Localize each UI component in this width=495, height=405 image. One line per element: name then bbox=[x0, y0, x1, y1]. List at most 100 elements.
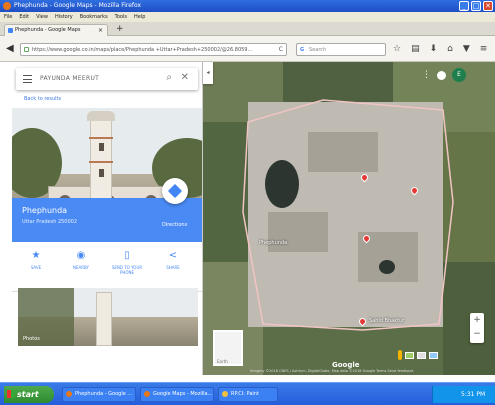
layer-swatch-icon[interactable] bbox=[417, 351, 426, 359]
back-arrow-icon[interactable]: ◀ bbox=[6, 42, 14, 56]
maps-favicon-icon bbox=[8, 28, 13, 33]
clock[interactable]: 5:31 PM bbox=[461, 391, 485, 398]
satellite-map[interactable]: Phephunda Sahid Bhaktur bbox=[203, 62, 495, 375]
place-header: Phephunda Uttar Pradesh 250002 bbox=[12, 198, 202, 242]
pond bbox=[265, 160, 299, 208]
zoom-out-button[interactable]: − bbox=[470, 327, 484, 341]
map-top-controls: ⋮ E bbox=[422, 68, 466, 82]
pond bbox=[379, 260, 395, 274]
map-attribution: Imagery ©2016 CNES / Astrium, DigitalGlo… bbox=[250, 369, 414, 373]
window-controls: _ □ ✕ bbox=[459, 1, 493, 11]
tower bbox=[96, 292, 112, 346]
tab-close-icon[interactable]: × bbox=[98, 25, 103, 36]
place-name: Phephunda bbox=[22, 206, 68, 215]
reader-icon[interactable]: ▤ bbox=[411, 42, 420, 56]
notification-icon[interactable] bbox=[437, 70, 446, 80]
pocket-icon[interactable]: ▼ bbox=[463, 42, 470, 56]
place-actions: ★ SAVE ◉ NEARBY ▯ SEND TO YOUR PHONE < S… bbox=[12, 244, 202, 292]
nearby-button[interactable]: ◉ NEARBY bbox=[60, 250, 102, 270]
share-icon: < bbox=[168, 250, 178, 261]
firefox-icon bbox=[66, 391, 72, 397]
paint-icon bbox=[222, 391, 228, 397]
windows-logo-icon bbox=[7, 390, 15, 398]
menu-view[interactable]: View bbox=[36, 12, 48, 22]
collapse-panel-button[interactable]: ◂ bbox=[203, 62, 213, 84]
place-panel: PAYUNDA MEERUT ⌕ ✕ Back to results Pheph… bbox=[12, 62, 203, 375]
firefox-icon bbox=[3, 2, 11, 10]
taskbar: start Phephunda - Google ... Google Maps… bbox=[0, 382, 495, 405]
directions-icon bbox=[167, 183, 183, 199]
map-bottom-tools bbox=[398, 350, 438, 360]
navigation-bar: ◀ https://www.google.co.in/maps/place/Ph… bbox=[0, 36, 495, 62]
start-button[interactable]: start bbox=[4, 386, 54, 403]
search-icon[interactable]: ⌕ bbox=[166, 72, 172, 83]
taskbar-item[interactable]: RP.CI: Paint bbox=[218, 387, 278, 402]
browser-search-box[interactable]: G Search bbox=[296, 43, 386, 56]
nearby-icon: ◉ bbox=[76, 250, 86, 261]
screen: Phephunda - Google Maps - Mozilla Firefo… bbox=[0, 0, 495, 405]
photos-label: Photos bbox=[23, 336, 40, 342]
download-icon[interactable]: ⬇ bbox=[430, 42, 438, 56]
layer-swatch-icon[interactable] bbox=[405, 351, 414, 359]
photos-thumbnail[interactable]: Photos bbox=[18, 288, 198, 346]
map-type-toggle[interactable]: Earth bbox=[213, 330, 243, 366]
save-button[interactable]: ★ SAVE bbox=[15, 250, 57, 270]
new-tab-button[interactable]: + bbox=[116, 24, 124, 35]
menu-edit[interactable]: Edit bbox=[19, 12, 29, 22]
bookmark-star-icon[interactable]: ☆ bbox=[393, 42, 401, 56]
share-button[interactable]: < SHARE bbox=[152, 250, 194, 270]
home-icon[interactable]: ⌂ bbox=[447, 42, 453, 56]
map-label-sahid: Sahid Bhaktur bbox=[369, 318, 405, 324]
menu-history[interactable]: History bbox=[55, 12, 73, 22]
apps-grid-icon[interactable]: ⋮ bbox=[422, 70, 431, 80]
tab-bar: Phephunda - Google Maps × + bbox=[0, 22, 495, 36]
menu-help[interactable]: Help bbox=[134, 12, 145, 22]
start-label: start bbox=[17, 390, 39, 399]
tower-band bbox=[89, 137, 113, 139]
google-logo: Google bbox=[332, 361, 360, 369]
tower-cap bbox=[87, 111, 115, 121]
lock-icon bbox=[24, 47, 29, 52]
directions-button[interactable] bbox=[162, 178, 188, 204]
send-to-phone-button[interactable]: ▯ SEND TO YOUR PHONE bbox=[106, 250, 148, 275]
menu-tools[interactable]: Tools bbox=[115, 12, 127, 22]
url-bar[interactable]: https://www.google.co.in/maps/place/Phep… bbox=[20, 43, 287, 56]
maximize-button[interactable]: □ bbox=[471, 1, 481, 11]
maps-search-bar[interactable]: PAYUNDA MEERUT ⌕ ✕ bbox=[16, 68, 198, 90]
menu-icon[interactable]: ≡ bbox=[480, 42, 488, 56]
account-avatar[interactable]: E bbox=[452, 68, 466, 82]
search-query[interactable]: PAYUNDA MEERUT bbox=[40, 68, 99, 90]
search-placeholder: Search bbox=[309, 47, 327, 53]
toolbar-icons: ☆ ▤ ⬇ ⌂ ▼ ≡ bbox=[393, 42, 487, 56]
menu-file[interactable]: File bbox=[4, 12, 12, 22]
place-address: Uttar Pradesh 250002 bbox=[22, 219, 78, 225]
map-label-phephunda: Phephunda bbox=[259, 240, 288, 246]
tab-label: Phephunda - Google Maps bbox=[15, 27, 81, 33]
tower-window bbox=[99, 143, 104, 151]
zoom-in-button[interactable]: + bbox=[470, 313, 484, 327]
firefox-icon bbox=[144, 391, 150, 397]
hamburger-menu-icon[interactable] bbox=[23, 75, 32, 83]
taskbar-item[interactable]: Google Maps - Mozilla... bbox=[140, 387, 214, 402]
minimize-button[interactable]: _ bbox=[459, 1, 469, 11]
reload-icon[interactable]: C bbox=[279, 44, 283, 55]
tower-window bbox=[99, 169, 104, 177]
url-text: https://www.google.co.in/maps/place/Phep… bbox=[32, 47, 253, 53]
pegman-icon[interactable] bbox=[398, 350, 402, 360]
map-type-label: Earth bbox=[217, 359, 228, 364]
tab-google-maps[interactable]: Phephunda - Google Maps × bbox=[4, 24, 108, 36]
zoom-controls[interactable]: + − bbox=[470, 313, 484, 343]
system-tray: 5:31 PM bbox=[432, 386, 495, 403]
menu-bookmarks[interactable]: Bookmarks bbox=[80, 12, 108, 22]
clear-search-icon[interactable]: ✕ bbox=[181, 72, 189, 83]
close-window-button[interactable]: ✕ bbox=[483, 1, 493, 11]
directions-label[interactable]: Directions bbox=[162, 222, 187, 228]
back-to-results-link[interactable]: Back to results bbox=[24, 96, 61, 102]
layer-swatch-icon[interactable] bbox=[429, 351, 438, 359]
window-title: Phephunda - Google Maps - Mozilla Firefo… bbox=[14, 2, 142, 9]
town-boundary bbox=[242, 99, 454, 331]
tower-band bbox=[89, 161, 113, 163]
menu-bar: File Edit View History Bookmarks Tools H… bbox=[0, 12, 495, 22]
taskbar-item[interactable]: Phephunda - Google ... bbox=[62, 387, 136, 402]
star-icon: ★ bbox=[31, 250, 41, 261]
